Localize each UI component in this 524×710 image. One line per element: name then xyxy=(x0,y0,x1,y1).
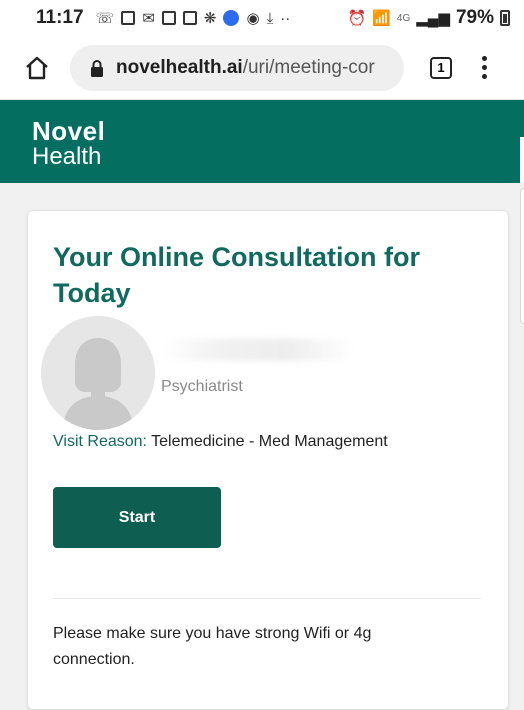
message-icon xyxy=(121,11,136,25)
more-notifications-icon: ·· xyxy=(280,9,291,27)
url-text: novelhealth.ai/uri/meeting-cor xyxy=(116,57,375,79)
network-label: 4G xyxy=(396,12,411,24)
logo-text-novel: Novel xyxy=(32,116,106,146)
start-button[interactable]: Start xyxy=(53,487,221,548)
notification-icons: ☏ ✉ ❋ ◉ ⤓ ·· xyxy=(95,9,291,28)
pay-icon xyxy=(223,10,240,26)
person-placeholder-icon xyxy=(41,316,155,430)
app-header: Novel Health xyxy=(0,100,524,183)
avatar xyxy=(41,316,155,430)
app-icon xyxy=(161,11,176,25)
status-right: ⏰ 📶 4G ▂▄▆ 79% xyxy=(348,7,510,29)
address-bar[interactable]: novelhealth.ai/uri/meeting-cor xyxy=(70,44,404,91)
consultation-card: Your Online Consultation for Today Psych… xyxy=(27,210,509,710)
header-edge xyxy=(520,137,524,183)
visit-reason-label: Visit Reason: xyxy=(53,433,147,450)
signal-icon: ▂▄▆ xyxy=(416,10,450,27)
url-domain: novelhealth.ai xyxy=(116,56,243,78)
settings-app-icon: ❋ xyxy=(203,10,217,27)
sync-icon: ◉ xyxy=(246,10,260,27)
connection-notice: Please make sure you have strong Wifi or… xyxy=(53,625,372,668)
browser-toolbar: novelhealth.ai/uri/meeting-cor 1 xyxy=(0,36,524,100)
alarm-icon: ⏰ xyxy=(347,10,367,27)
mail-icon: ✉ xyxy=(142,10,155,27)
status-bar: 11:17 ☏ ✉ ❋ ◉ ⤓ ·· ⏰ 📶 4G ▂▄▆ 79% xyxy=(0,0,524,36)
home-icon[interactable] xyxy=(22,53,52,83)
side-panel-edge xyxy=(520,188,524,324)
logo-text-health: Health xyxy=(32,143,102,170)
visit-reason-value: Telemedicine - Med Management xyxy=(151,433,388,450)
visit-reason: Visit Reason: Telemedicine - Med Managem… xyxy=(53,433,388,451)
doctor-name-redacted xyxy=(163,339,353,361)
url-path: /uri/meeting-cor xyxy=(242,56,375,78)
divider xyxy=(53,598,481,599)
download-icon: ⤓ xyxy=(266,9,274,27)
tab-switcher-button[interactable]: 1 xyxy=(430,56,452,79)
battery-icon xyxy=(500,10,510,26)
battery-text: 79% xyxy=(455,7,494,28)
network-icon: 📶 xyxy=(372,10,391,27)
wifi-call-icon: ☏ xyxy=(95,10,115,27)
status-time: 11:17 xyxy=(36,7,84,28)
page-title: Your Online Consultation for Today xyxy=(53,242,420,308)
doctor-specialty: Psychiatrist xyxy=(161,378,243,395)
lock-icon xyxy=(90,59,104,77)
overflow-menu-icon[interactable] xyxy=(482,56,487,79)
gallery-icon xyxy=(182,11,197,25)
